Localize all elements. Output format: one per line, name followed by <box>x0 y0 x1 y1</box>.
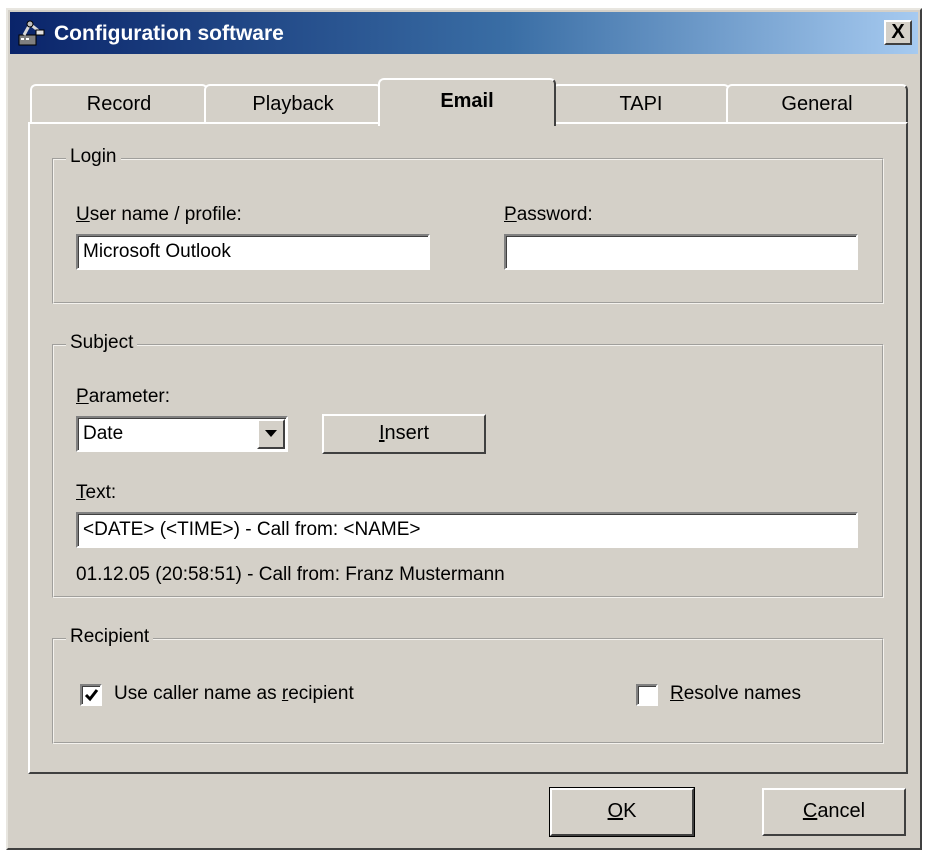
ok-button[interactable]: OK <box>549 787 695 837</box>
recipient-group-title: Recipient <box>66 626 154 648</box>
use-caller-label[interactable]: Use caller name as recipient <box>114 683 354 705</box>
parameter-dropdown[interactable]: Date <box>76 416 288 452</box>
subject-text-field[interactable]: <DATE> (<TIME>) - Call from: <NAME> <box>76 512 858 548</box>
tab-email[interactable]: Email <box>378 78 556 126</box>
parameter-selected: Date <box>83 423 124 444</box>
checkmark-icon <box>84 689 99 702</box>
text-label: Text: <box>76 482 117 503</box>
insert-button[interactable]: Insert <box>322 414 486 454</box>
password-label: Password: <box>504 204 593 225</box>
login-group: Login User name / profile: Microsoft Out… <box>52 146 884 304</box>
use-caller-checkbox[interactable] <box>80 684 102 706</box>
close-button[interactable]: X <box>884 20 912 45</box>
email-tab-panel: Login User name / profile: Microsoft Out… <box>28 122 908 774</box>
parameter-label: Parameter: <box>76 386 170 407</box>
password-field[interactable] <box>504 234 858 270</box>
title-bar[interactable]: Configuration software X <box>10 12 918 54</box>
app-icon <box>16 18 46 48</box>
username-field[interactable]: Microsoft Outlook <box>76 234 430 270</box>
tab-label: General <box>781 93 853 115</box>
cancel-button[interactable]: Cancel <box>762 788 906 836</box>
window-title: Configuration software <box>54 22 284 45</box>
tab-playback[interactable]: Playback <box>204 84 382 124</box>
username-label: User name / profile: <box>76 204 242 225</box>
tab-general[interactable]: General <box>726 84 908 124</box>
chevron-down-icon[interactable] <box>257 419 285 449</box>
subject-group-title: Subject <box>66 332 138 354</box>
tab-label: Playback <box>252 93 334 115</box>
tab-tapi[interactable]: TAPI <box>552 84 730 124</box>
close-icon: X <box>891 21 905 43</box>
resolve-names-checkbox[interactable] <box>636 684 658 706</box>
resolve-names-label[interactable]: Resolve names <box>670 683 801 705</box>
tab-label: Record <box>86 93 152 115</box>
tab-label: TAPI <box>619 93 663 115</box>
recipient-group: Recipient Use caller name as recipient R… <box>52 626 884 744</box>
login-group-title: Login <box>66 146 121 168</box>
subject-preview: 01.12.05 (20:58:51) - Call from: Franz M… <box>76 564 505 585</box>
tab-record[interactable]: Record <box>30 84 208 124</box>
subject-group: Subject Parameter: Date Insert Text: <DA… <box>52 332 884 598</box>
tab-label: Email <box>440 90 494 112</box>
configuration-dialog: Configuration software X Record Playback… <box>6 8 922 850</box>
